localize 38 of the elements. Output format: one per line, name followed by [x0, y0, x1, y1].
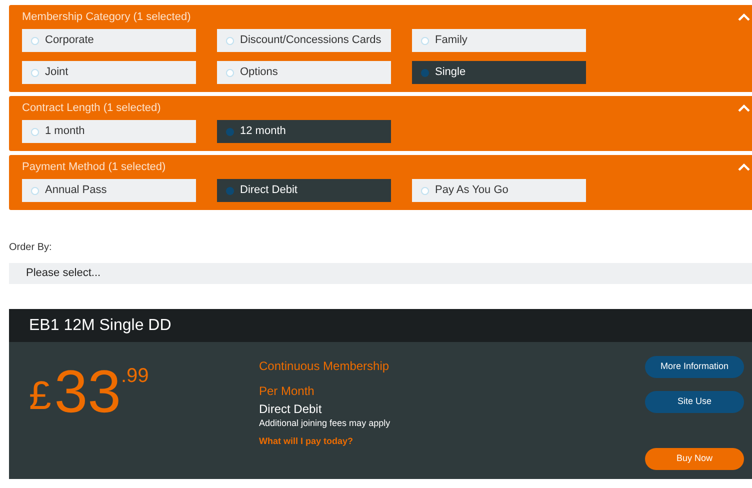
payment-method: Direct Debit	[259, 401, 323, 417]
order-by-select[interactable]: Please select...	[9, 263, 752, 284]
filter-option[interactable]: 1 month	[22, 120, 196, 143]
order-by-label: Order By:	[9, 241, 53, 254]
filter-option[interactable]: Direct Debit	[217, 179, 391, 202]
filter-option[interactable]: 12 month	[217, 120, 391, 143]
radio-icon	[226, 36, 234, 44]
price-amount: 33	[54, 362, 121, 422]
chevron-up-icon[interactable]	[738, 163, 750, 171]
filter-option[interactable]: Annual Pass	[22, 179, 196, 202]
radio-icon	[226, 186, 234, 194]
filter-option[interactable]: Pay As You Go	[412, 179, 586, 202]
pay-today-link[interactable]: What will I pay today?	[259, 435, 645, 448]
radio-icon	[226, 68, 234, 76]
fees-note: Additional joining fees may apply	[259, 417, 392, 429]
radio-icon	[31, 68, 39, 76]
action-button[interactable]: Site Use	[645, 391, 744, 413]
chevron-up-icon[interactable]	[738, 104, 750, 112]
filter-option[interactable]: Joint	[22, 61, 196, 84]
radio-icon	[31, 128, 39, 136]
filter-option[interactable]: Family	[412, 29, 586, 52]
price-currency: £	[29, 376, 52, 416]
action-button[interactable]: More Information	[645, 356, 744, 378]
filter-option[interactable]: Options	[217, 61, 391, 84]
chevron-up-icon[interactable]	[738, 13, 750, 21]
filter-option[interactable]: Discount/Concessions Cards	[217, 29, 391, 52]
radio-icon	[31, 36, 39, 44]
product-title: EB1 12M Single DD	[29, 316, 172, 336]
radio-icon	[31, 186, 39, 194]
price-period: Per Month	[259, 383, 316, 399]
filter-option[interactable]: Corporate	[22, 29, 196, 52]
radio-icon	[421, 68, 429, 76]
radio-icon	[226, 128, 234, 136]
radio-icon	[421, 36, 429, 44]
membership-type: Continuous Membership	[259, 358, 390, 374]
radio-icon	[421, 186, 429, 194]
price-fraction: .99	[121, 366, 149, 386]
filter-option[interactable]: Single	[412, 61, 586, 84]
